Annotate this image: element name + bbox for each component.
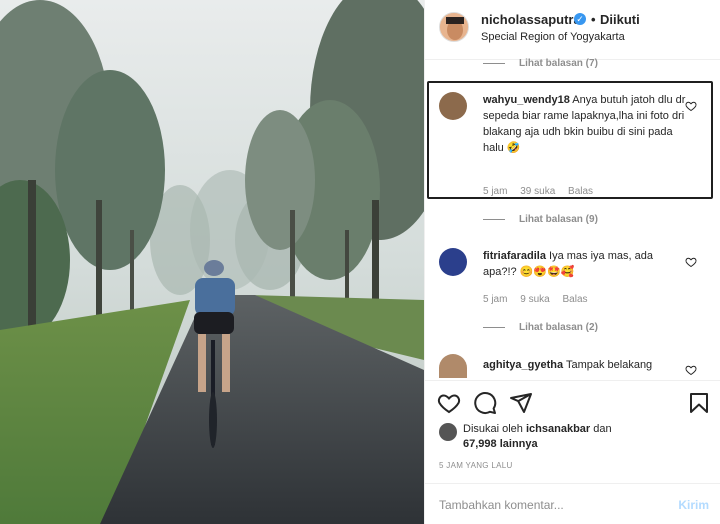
instagram-post-view: nicholassaputra ✓ • Diikuti Special Regi… — [0, 0, 720, 524]
replies-line — [483, 62, 505, 64]
comment-like-heart-icon[interactable] — [685, 256, 697, 268]
comment-text: Tampak belakang — [565, 359, 653, 371]
comment-username[interactable]: aghitya_gyetha — [483, 359, 563, 371]
post-photo[interactable] — [0, 0, 424, 524]
comment-like-heart-icon[interactable] — [685, 100, 697, 112]
liked-by-and: dan — [593, 423, 612, 435]
post-header: nicholassaputra ✓ • Diikuti Special Regi… — [425, 0, 720, 60]
comment-wahyu: wahyu_wendy18 Anya butuh jatoh dlu dr se… — [483, 92, 693, 156]
post-comment-button[interactable]: Kirim — [678, 498, 709, 512]
comment-composer: Tambahkan komentar... Kirim — [425, 483, 720, 524]
header-separator: • — [591, 12, 596, 27]
comment-meta: 5 jam 39 suka Balas — [483, 186, 603, 197]
likes-others[interactable]: lainnya — [500, 438, 538, 450]
view-replies-label: Lihat balasan (9) — [519, 214, 598, 225]
verified-badge-icon: ✓ — [574, 13, 586, 25]
comment-bubble-icon[interactable] — [473, 391, 497, 415]
comment-reply-button[interactable]: Balas — [562, 294, 587, 305]
author-avatar[interactable] — [439, 12, 469, 42]
comment-aghitya: aghitya_gyetha Tampak belakang — [483, 357, 683, 373]
comment-meta: 5 jam 9 suka Balas — [483, 294, 598, 305]
view-replies-label: Lihat balasan (7) — [519, 58, 598, 69]
replies-line — [483, 218, 505, 220]
likes-count[interactable]: 67,998 — [463, 438, 497, 450]
commenter-avatar[interactable] — [439, 354, 467, 378]
comment-likes[interactable]: 39 suka — [520, 186, 555, 197]
comment-fitri: fitriafaradila Iya mas iya mas, ada apa?… — [483, 248, 683, 280]
commenter-avatar[interactable] — [439, 248, 467, 276]
view-replies-label: Lihat balasan (2) — [519, 322, 598, 333]
comment-time: 5 jam — [483, 186, 508, 197]
cyclist-road-photo — [0, 0, 424, 524]
view-replies-link[interactable]: Lihat balasan (7) — [483, 58, 598, 69]
liked-by-prefix: Disukai oleh — [463, 423, 523, 435]
save-bookmark-icon[interactable] — [687, 391, 711, 415]
comment-input[interactable]: Tambahkan komentar... — [439, 498, 564, 512]
follow-status-button[interactable]: Diikuti — [600, 12, 640, 27]
liker-avatar[interactable] — [439, 423, 457, 441]
liked-by-user[interactable]: ichsanakbar — [526, 423, 590, 435]
comment-likes[interactable]: 9 suka — [520, 294, 549, 305]
liked-by-summary: Disukai oleh ichsanakbar dan 67,998 lain… — [463, 422, 612, 452]
comment-username[interactable]: fitriafaradila — [483, 250, 546, 262]
commenter-avatar[interactable] — [439, 92, 467, 120]
view-replies-link[interactable]: Lihat balasan (2) — [483, 322, 598, 333]
share-send-icon[interactable] — [509, 391, 533, 415]
replies-line — [483, 326, 505, 328]
like-heart-icon[interactable] — [437, 391, 461, 415]
author-avatar-image — [440, 13, 468, 41]
author-username[interactable]: nicholassaputra — [481, 12, 581, 27]
post-time-ago[interactable]: 5 JAM YANG LALU — [439, 461, 513, 470]
comment-reply-button[interactable]: Balas — [568, 186, 593, 197]
post-location[interactable]: Special Region of Yogyakarta — [481, 31, 625, 43]
comment-time: 5 jam — [483, 294, 508, 305]
comment-like-heart-icon[interactable] — [685, 364, 697, 376]
view-replies-link[interactable]: Lihat balasan (9) — [483, 214, 598, 225]
post-sidebar: nicholassaputra ✓ • Diikuti Special Regi… — [424, 0, 720, 524]
comment-username[interactable]: wahyu_wendy18 — [483, 94, 570, 106]
post-actions: Disukai oleh ichsanakbar dan 67,998 lain… — [425, 380, 720, 476]
